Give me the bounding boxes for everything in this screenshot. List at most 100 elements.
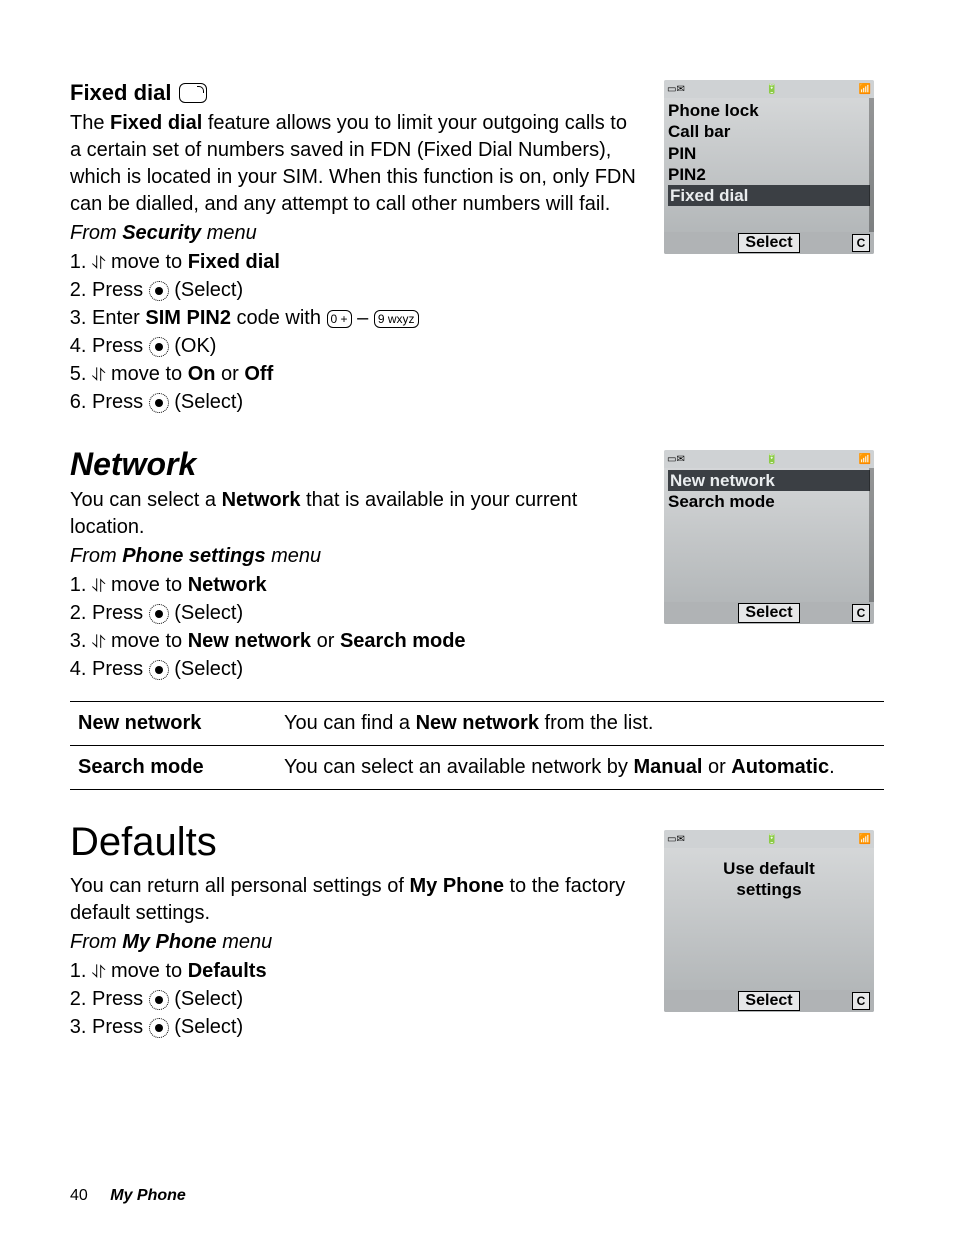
heading-defaults: Defaults: [70, 820, 640, 865]
key-0-icon: 0 +: [327, 310, 352, 328]
battery-icon: 🔋: [765, 454, 777, 465]
text: menu: [266, 545, 322, 567]
center-key-icon: [149, 660, 169, 680]
text-bold: Network: [188, 574, 267, 596]
from-line: From My Phone menu: [70, 929, 640, 956]
menu-item-selected: Fixed dial: [668, 185, 870, 206]
softkey-clear: C: [852, 992, 870, 1010]
softkey-select: Select: [738, 233, 799, 253]
text: From: [70, 222, 122, 244]
text: (Select): [169, 988, 243, 1010]
phone-screenshot-network: ▭✉🔋📶 New network Search mode Select C: [664, 450, 874, 624]
text: From: [70, 545, 122, 567]
step: ⥯ move to Network: [92, 572, 640, 599]
status-bar: ▭✉🔋📶: [664, 450, 874, 468]
text-bold: New network: [188, 630, 311, 652]
heading-text: Fixed dial: [70, 80, 171, 106]
text: (Select): [169, 279, 243, 301]
step: ⥯ move to On or Off: [92, 361, 640, 388]
text: Press: [92, 279, 149, 301]
softkey-clear: C: [852, 234, 870, 252]
scrollbar: [869, 468, 874, 602]
text: or: [311, 630, 340, 652]
text: or: [215, 363, 244, 385]
text: (Select): [169, 658, 243, 680]
table-row: New network You can find a New network f…: [70, 702, 884, 746]
battery-icon: 🔋: [765, 834, 777, 845]
text-bold: Automatic: [731, 756, 829, 778]
center-key-icon: [149, 990, 169, 1010]
menu-item: Search mode: [668, 491, 870, 512]
network-steps: ⥯ move to Network Press (Select) ⥯ move …: [92, 572, 640, 683]
text: –: [352, 307, 374, 329]
page-number: 40: [70, 1187, 88, 1204]
step: ⥯ move to New network or Search mode: [92, 628, 640, 655]
text-bold: Manual: [633, 756, 702, 778]
softkey-bar: Select C: [664, 602, 874, 624]
from-line: From Phone settings menu: [70, 543, 640, 570]
text-bold: Defaults: [188, 960, 267, 982]
nav-updown-icon: ⥯: [92, 963, 105, 981]
text: Press: [92, 335, 149, 357]
status-bar: ▭✉🔋📶: [664, 80, 874, 98]
step: Press (Select): [92, 1014, 640, 1041]
signal-icon: 📶: [859, 454, 871, 465]
text-bold: Off: [244, 363, 273, 385]
text: Press: [92, 602, 149, 624]
menu-item: Phone lock: [668, 100, 870, 121]
option-desc: You can find a New network from the list…: [276, 702, 884, 746]
softkey-bar: Select C: [664, 990, 874, 1012]
nav-updown-icon: ⥯: [92, 366, 105, 384]
text-bold: New network: [416, 712, 539, 734]
text-bold: Search mode: [340, 630, 466, 652]
text: Press: [92, 658, 149, 680]
text-bold: My Phone: [409, 875, 503, 897]
status-icon: ▭✉: [667, 84, 685, 95]
step: Press (Select): [92, 986, 640, 1013]
text: (Select): [169, 1016, 243, 1038]
network-options-table: New network You can find a New network f…: [70, 701, 884, 790]
step: Press (Select): [92, 389, 640, 416]
text: (Select): [169, 602, 243, 624]
step: ⥯ move to Defaults: [92, 958, 640, 985]
text: Press: [92, 1016, 149, 1038]
defaults-paragraph: You can return all personal settings of …: [70, 873, 640, 927]
step: ⥯ move to Fixed dial: [92, 249, 640, 276]
text: move to: [105, 960, 187, 982]
text-bold: Phone settings: [122, 545, 265, 567]
dialog-text: Use default: [723, 858, 815, 879]
heading-fixed-dial: Fixed dial: [70, 80, 640, 106]
softkey-select: Select: [738, 991, 799, 1011]
text: Enter: [92, 307, 145, 329]
text-bold: Fixed dial: [188, 251, 280, 273]
fixed-dial-steps: ⥯ move to Fixed dial Press (Select) Ente…: [92, 249, 640, 416]
text: or: [702, 756, 731, 778]
status-icon: ▭✉: [667, 834, 685, 845]
scrollbar: [869, 98, 874, 232]
screen-body: New network Search mode: [664, 468, 874, 602]
option-name: New network: [70, 702, 276, 746]
text: (Select): [169, 391, 243, 413]
network-paragraph: You can select a Network that is availab…: [70, 487, 640, 541]
text: move to: [105, 574, 187, 596]
status-bar: ▭✉ 🔋 📶: [664, 830, 874, 848]
key-9-icon: 9 wxyz: [374, 310, 419, 328]
fixed-dial-paragraph: The Fixed dial feature allows you to lim…: [70, 110, 640, 218]
text-bold: My Phone: [122, 931, 216, 953]
text: (OK): [169, 335, 217, 357]
from-line: From Security menu: [70, 220, 640, 247]
center-key-icon: [149, 281, 169, 301]
signal-icon: 📶: [859, 834, 871, 845]
text-bold: Fixed dial: [110, 112, 202, 134]
table-row: Search mode You can select an available …: [70, 746, 884, 790]
screen-body: Phone lock Call bar PIN PIN2 Fixed dial: [664, 98, 874, 232]
text: From: [70, 931, 122, 953]
text: menu: [217, 931, 273, 953]
menu-item-selected: New network: [668, 470, 870, 491]
step: Press (Select): [92, 600, 640, 627]
text: You can return all personal settings of: [70, 875, 409, 897]
text-bold: On: [188, 363, 216, 385]
softkey-bar: Select C: [664, 232, 874, 254]
text: move to: [105, 630, 187, 652]
text: code with: [231, 307, 327, 329]
